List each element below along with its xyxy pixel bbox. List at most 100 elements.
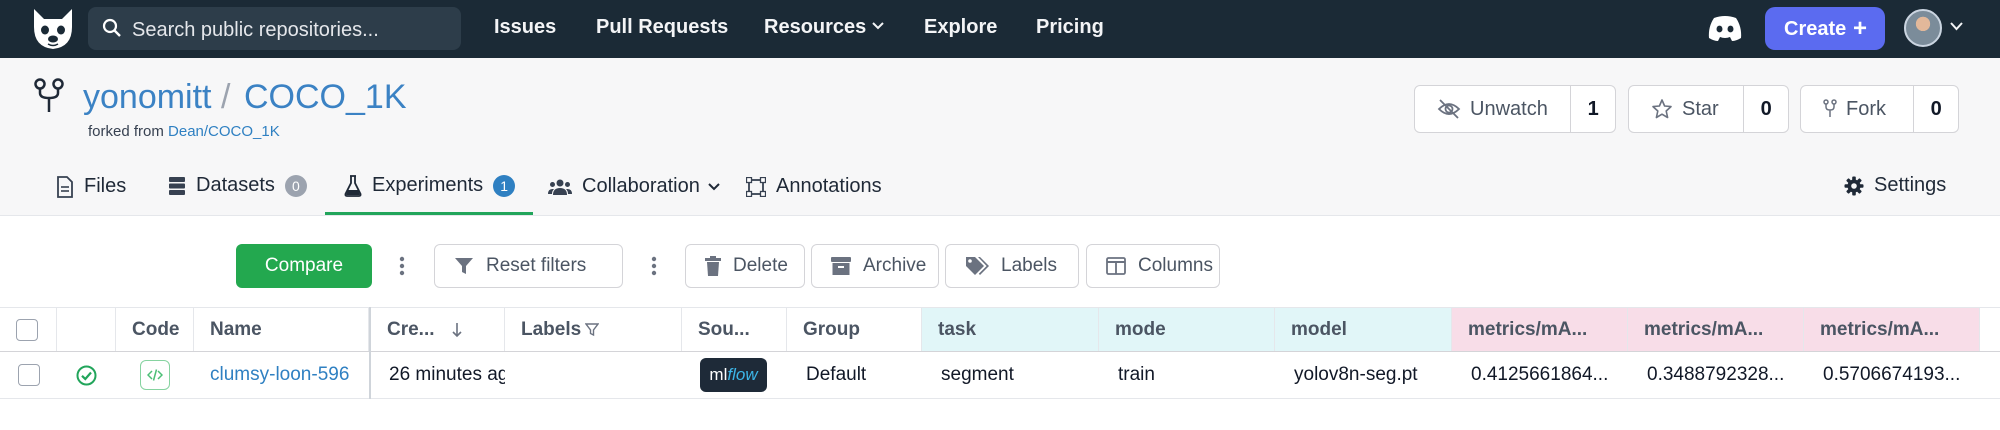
star-count[interactable]: 0	[1744, 86, 1788, 132]
tab-annotations-label: Annotations	[776, 175, 882, 197]
nav-explore[interactable]: Explore	[924, 16, 997, 39]
columns-button[interactable]: Columns	[1086, 244, 1220, 288]
delete-label: Delete	[733, 255, 788, 276]
archive-label: Archive	[863, 255, 927, 276]
column-header-created[interactable]: Cre...	[371, 308, 505, 351]
columns-icon	[1106, 257, 1126, 275]
experiment-name-link[interactable]: clumsy-loon-596	[194, 352, 369, 398]
nav-resources[interactable]: Resources	[764, 16, 884, 39]
avatar[interactable]	[1904, 9, 1942, 47]
unwatch-button-group: Unwatch 1	[1414, 85, 1616, 133]
status-column-header[interactable]	[57, 308, 116, 351]
archive-icon	[831, 257, 851, 275]
chevron-down-icon[interactable]	[1950, 22, 1963, 31]
tab-experiments[interactable]: Experiments 1	[344, 174, 516, 197]
top-navbar: Search public repositories... Issues Pul…	[0, 0, 2000, 58]
search-placeholder: Search public repositories...	[132, 19, 379, 41]
tab-settings[interactable]: Settings	[1844, 174, 1946, 197]
path-separator: /	[221, 78, 231, 116]
labels-cell[interactable]	[505, 352, 682, 398]
sort-down-icon[interactable]	[451, 322, 463, 338]
metric-1-cell: 0.4125661864...	[1471, 364, 1609, 385]
star-button-group: Star 0	[1628, 85, 1789, 133]
bounding-box-icon	[746, 176, 766, 197]
model-cell: yolov8n-seg.pt	[1294, 364, 1418, 385]
database-icon	[169, 176, 185, 195]
tab-datasets[interactable]: Datasets 0	[168, 174, 307, 197]
tab-annotations[interactable]: Annotations	[746, 175, 882, 198]
forked-from-text: forked from Dean/COCO_1K	[88, 123, 280, 140]
filter-outline-icon[interactable]	[585, 323, 599, 337]
experiments-count-badge: 1	[493, 174, 516, 197]
plus-icon: +	[1853, 15, 1868, 42]
row-select-checkbox[interactable]	[18, 364, 40, 386]
create-button[interactable]: Create +	[1765, 7, 1885, 50]
group-cell: Default	[806, 364, 867, 385]
fork-label: Fork	[1846, 97, 1886, 120]
code-snapshot-button[interactable]	[140, 360, 170, 390]
datasets-count-badge: 0	[284, 174, 307, 197]
nav-pricing[interactable]: Pricing	[1036, 16, 1104, 39]
trash-icon	[705, 256, 721, 276]
metric-3-cell: 0.5706674193...	[1823, 364, 1961, 385]
tab-datasets-label: Datasets	[196, 174, 275, 196]
filter-icon	[455, 258, 473, 274]
compare-button[interactable]: Compare	[236, 244, 372, 288]
nav-pull-requests[interactable]: Pull Requests	[596, 16, 728, 39]
mlflow-source-badge[interactable]: mlflow	[700, 358, 767, 392]
reset-filters-button[interactable]: Reset filters	[434, 244, 623, 288]
search-input[interactable]: Search public repositories...	[88, 7, 461, 50]
star-button[interactable]: Star	[1629, 86, 1745, 132]
mlflow-flow-text: flow	[727, 365, 758, 384]
repo-header: yonomitt / COCO_1K forked from Dean/COCO…	[0, 58, 2000, 216]
tab-files[interactable]: Files	[56, 175, 126, 198]
repo-owner-link[interactable]: yonomitt	[83, 78, 212, 117]
forked-source-link[interactable]: Dean/COCO_1K	[168, 123, 280, 140]
tags-icon	[966, 257, 989, 275]
column-header-code[interactable]: Code	[116, 308, 194, 351]
column-header-metric-1[interactable]: metrics/mA...	[1452, 308, 1628, 351]
column-header-metric-2[interactable]: metrics/mA...	[1628, 308, 1804, 351]
fork-count[interactable]: 0	[1914, 86, 1958, 132]
column-header-created-label: Cre...	[387, 319, 435, 340]
column-header-labels[interactable]: Labels	[505, 308, 682, 351]
column-header-model[interactable]: model	[1275, 308, 1452, 351]
gear-icon	[1844, 176, 1864, 195]
delete-button[interactable]: Delete	[685, 244, 805, 288]
task-cell: segment	[941, 364, 1014, 385]
metric-2-cell: 0.3488792328...	[1647, 364, 1785, 385]
column-header-name[interactable]: Name	[194, 308, 369, 351]
mlflow-ml-text: ml	[709, 365, 728, 384]
discord-icon[interactable]	[1707, 14, 1743, 42]
frozen-column-divider[interactable]	[369, 307, 371, 399]
table-row[interactable]: clumsy-loon-596 26 minutes ag mlflow Def…	[0, 352, 2000, 399]
column-header-group[interactable]: Group	[787, 308, 922, 351]
file-icon	[57, 175, 73, 198]
tab-collaboration-label: Collaboration	[582, 175, 700, 197]
unwatch-button[interactable]: Unwatch	[1415, 86, 1572, 132]
fork-button[interactable]: Fork	[1801, 86, 1915, 132]
active-tab-indicator	[325, 212, 533, 215]
labels-button[interactable]: Labels	[945, 244, 1079, 288]
fork-button-group: Fork 0	[1800, 85, 1959, 133]
column-header-mode[interactable]: mode	[1099, 308, 1275, 351]
column-header-source[interactable]: Sou...	[682, 308, 787, 351]
repo-name-link[interactable]: COCO_1K	[244, 78, 407, 117]
unwatch-label: Unwatch	[1470, 97, 1548, 120]
column-header-task[interactable]: task	[922, 308, 1099, 351]
nav-issues[interactable]: Issues	[494, 16, 556, 39]
labels-label: Labels	[1001, 255, 1057, 276]
kebab-menu-icon[interactable]	[651, 256, 657, 276]
tab-files-label: Files	[84, 175, 127, 197]
archive-button[interactable]: Archive	[811, 244, 939, 288]
column-header-metric-3[interactable]: metrics/mA...	[1804, 308, 1980, 351]
chevron-down-icon	[708, 182, 720, 190]
select-all-checkbox[interactable]	[16, 319, 38, 341]
dagshub-logo-icon[interactable]	[28, 5, 78, 53]
watch-count[interactable]: 1	[1571, 86, 1615, 132]
fork-icon	[1823, 99, 1837, 117]
code-icon	[147, 369, 163, 381]
kebab-menu-icon[interactable]	[399, 256, 405, 276]
tab-collaboration[interactable]: Collaboration	[548, 175, 720, 198]
table-header: Code Name Cre... Labels Sou... Group tas…	[0, 307, 2000, 352]
